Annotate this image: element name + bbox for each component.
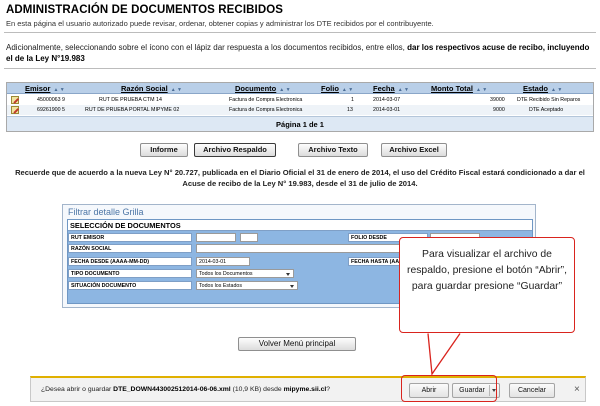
cell-razon-social: RUT DE PRUEBA PORTAL MIPYME 02 [85, 107, 180, 113]
cancelar-button[interactable]: Cancelar [509, 383, 555, 398]
column-header-razon-social[interactable]: Razón Social ▲ ▼ [121, 84, 182, 93]
cell-monto: 39000 [490, 97, 505, 103]
download-bar: ¿Desea abrir o guardar DTE_DOWN443002512… [30, 376, 586, 402]
razon-social-input[interactable] [196, 244, 404, 253]
pagination-label: Página 1 de 1 [7, 116, 593, 131]
cell-estado: DTE Aceptado [529, 107, 564, 113]
cell-folio: 13 [347, 107, 353, 113]
pencil-edit-icon[interactable] [11, 106, 19, 114]
download-filename: DTE_DOWN443002512014-06-06.xml [113, 386, 231, 393]
sort-arrows-icon[interactable]: ▲ ▼ [551, 87, 562, 93]
acknowledgement-notice: Adicionalmente, seleccionando sobre el í… [6, 42, 594, 64]
sort-arrows-icon[interactable]: ▲ ▼ [398, 87, 409, 93]
tipo-documento-value: Todos los Documentos [199, 271, 253, 277]
law-notice: Recuerde que de acuerdo a la nueva Ley N… [15, 168, 585, 188]
rut-dv-input[interactable] [240, 233, 258, 242]
cell-emisor: 45000063 9 [37, 97, 65, 103]
fecha-desde-label: FECHA DESDE (AAAA-MM-DD) [68, 256, 192, 266]
page-title: ADMINISTRACIÓN DE DOCUMENTOS RECIBIDOS [6, 4, 284, 16]
archivo-texto-button[interactable]: Archivo Texto [298, 143, 368, 157]
sort-arrows-icon[interactable]: ▲ ▼ [53, 87, 64, 93]
column-header-monto-total[interactable]: Monto Total ▲ ▼ [431, 84, 487, 93]
cell-fecha: 2014-03-07 [373, 97, 401, 103]
fecha-hasta-label: FECHA HASTA (AAAA [348, 256, 400, 266]
rut-emisor-label: RUT EMISOR [68, 232, 192, 242]
table-header: Emisor ▲ ▼ Razón Social ▲ ▼ Documento ▲ ▼ F… [7, 83, 593, 94]
column-header-emisor[interactable]: Emisor ▲ ▼ [25, 84, 65, 93]
sort-arrows-icon[interactable]: ▲ ▼ [279, 87, 290, 93]
divider [4, 32, 596, 33]
cell-folio: 1 [351, 97, 354, 103]
archivo-respaldo-button[interactable]: Archivo Respaldo [194, 143, 276, 157]
tipo-documento-label: TIPO DOCUMENTO [68, 268, 192, 278]
table-row: 69261900 5 RUT DE PRUEBA PORTAL MIPYME 0… [7, 105, 593, 115]
instruction-callout: Para visualizar el archivo de respaldo, … [399, 237, 575, 333]
notice-text: Adicionalmente, seleccionando sobre el í… [6, 43, 408, 52]
chevron-down-icon [290, 285, 294, 288]
filter-section-heading: SELECCIÓN DE DOCUMENTOS [68, 220, 532, 231]
filter-panel-title: Filtrar detalle Grilla [68, 207, 144, 217]
download-prompt: ¿Desea abrir o guardar DTE_DOWN443002512… [41, 386, 331, 393]
close-icon[interactable]: × [574, 385, 580, 395]
column-header-folio[interactable]: Folio ▲ ▼ [321, 84, 353, 93]
column-header-documento[interactable]: Documento ▲ ▼ [235, 84, 291, 93]
pencil-edit-icon[interactable] [11, 96, 19, 104]
cell-fecha: 2014-03-01 [373, 107, 401, 113]
sort-arrows-icon[interactable]: ▲ ▼ [476, 87, 487, 93]
tipo-documento-select[interactable]: Todos los Documentos [196, 269, 294, 278]
cell-monto: 9000 [493, 107, 505, 113]
download-host: mipyme.sii.cl [283, 386, 327, 393]
sort-arrows-icon[interactable]: ▲ ▼ [342, 87, 353, 93]
volver-menu-button[interactable]: Volver Menú principal [238, 337, 356, 351]
razon-social-label: RAZÓN SOCIAL [68, 243, 192, 253]
cell-documento: Factura de Compra Electronica [229, 107, 303, 113]
page-subtitle: En esta página el usuario autorizado pue… [6, 19, 434, 28]
fecha-desde-input[interactable]: 2014-03-01 [196, 257, 250, 266]
sort-arrows-icon[interactable]: ▲ ▼ [171, 87, 182, 93]
column-header-estado[interactable]: Estado ▲ ▼ [523, 84, 562, 93]
rut-emisor-input[interactable] [196, 233, 236, 242]
divider [4, 68, 596, 69]
column-header-fecha[interactable]: Fecha ▲ ▼ [373, 84, 409, 93]
cell-emisor: 69261900 5 [37, 107, 65, 113]
table-row: 45000063 9 RUT DE PRUEBA CTM 14 Factura … [7, 95, 593, 105]
situacion-documento-value: Todos los Estados [199, 283, 242, 289]
archivo-excel-button[interactable]: Archivo Excel [381, 143, 447, 157]
situacion-documento-label: SITUACIÓN DOCUMENTO [68, 280, 192, 290]
cell-razon-social: RUT DE PRUEBA CTM 14 [99, 97, 162, 103]
buttons-highlight-box [401, 375, 497, 402]
situacion-documento-select[interactable]: Todos los Estados [196, 281, 298, 290]
documents-table: Emisor ▲ ▼ Razón Social ▲ ▼ Documento ▲ ▼ F… [6, 82, 594, 132]
chevron-down-icon [286, 273, 290, 276]
cell-documento: Factura de Compra Electronica [229, 97, 303, 103]
cell-estado: DTE Recibido Sin Reparos [517, 97, 581, 103]
informe-button[interactable]: Informe [140, 143, 188, 157]
